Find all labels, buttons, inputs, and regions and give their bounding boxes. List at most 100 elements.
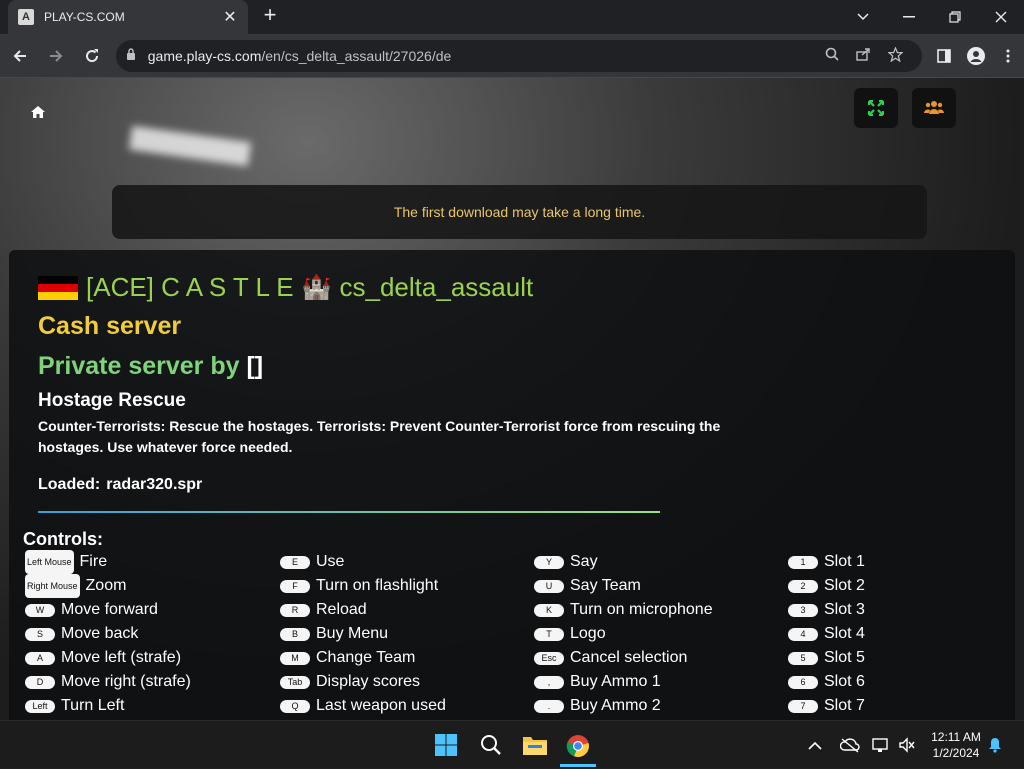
controls-column-1: Left Mouse Fire Right Mouse Zoom W Move forwa… <box>25 550 191 718</box>
game-viewport[interactable]: The first download may take a long time.… <box>0 78 1024 720</box>
players-button[interactable] <box>912 88 956 128</box>
fullscreen-button[interactable] <box>854 88 898 128</box>
browser-toolbar: game.play-cs.com/en/cs_delta_assault/270… <box>0 34 1024 78</box>
server-info-panel: [ACE] C A S T L E 🏰 cs_delta_assault Cas… <box>9 250 1015 720</box>
control-row: Left Mouse Fire <box>25 550 191 574</box>
control-row: E Use <box>280 550 446 574</box>
control-label: Move forward <box>61 601 158 618</box>
key-badge: 3 <box>788 603 818 617</box>
load-progress-fill <box>38 511 660 513</box>
control-label: Move back <box>61 625 139 642</box>
loaded-file: radar320.spr <box>106 476 203 493</box>
key-badge: 4 <box>788 627 818 641</box>
key-badge: W <box>25 603 55 617</box>
bookmark-star-icon[interactable] <box>880 45 912 65</box>
control-label: Change Team <box>316 649 416 666</box>
control-row: 2 Slot 2 <box>788 574 865 598</box>
chrome-taskbar-button[interactable] <box>560 727 596 767</box>
control-row: Y Say <box>534 550 713 574</box>
control-label: Slot 2 <box>824 577 865 594</box>
control-row: 1 Slot 1 <box>788 550 865 574</box>
background-light <box>128 125 252 167</box>
control-label: Turn Left <box>61 697 125 714</box>
reload-button[interactable] <box>76 40 108 72</box>
tab-close-icon[interactable]: ✕ <box>222 7 238 27</box>
control-row: 6 Slot 6 <box>788 670 865 694</box>
taskbar-search-button[interactable] <box>473 727 509 763</box>
control-label: Slot 7 <box>824 697 865 714</box>
tab-search-icon[interactable] <box>840 0 886 34</box>
start-button[interactable] <box>428 727 464 763</box>
profile-icon[interactable] <box>960 40 992 72</box>
control-row: T Logo <box>534 622 713 646</box>
controls-column-4: 1 Slot 1 2 Slot 2 3 Slot 3 4 Slot 4 5 Slot 5 6 Slot… <box>788 550 865 718</box>
clock-date: 1/2/2024 <box>932 746 980 760</box>
key-badge: Left Mouse <box>25 550 74 574</box>
tab-favicon-icon: A <box>18 9 34 25</box>
new-tab-button[interactable]: + <box>258 4 282 28</box>
key-badge: R <box>280 603 310 617</box>
windows-taskbar: 12:11 AM 1/2/2024 <box>0 720 1024 768</box>
share-icon[interactable] <box>848 47 880 64</box>
control-row: A Move left (strafe) <box>25 646 191 670</box>
key-badge: 1 <box>788 555 818 569</box>
home-button[interactable] <box>24 98 52 126</box>
controls-column-2: E Use F Turn on flashlight R Reload B Buy Menu M… <box>280 550 446 718</box>
search-icon <box>481 735 501 755</box>
control-row: Left Turn Left <box>25 694 191 718</box>
menu-kebab-icon[interactable] <box>992 40 1024 72</box>
key-badge: U <box>534 579 564 593</box>
system-clock[interactable]: 12:11 AM 1/2/2024 <box>920 729 992 761</box>
control-row: B Buy Menu <box>280 622 446 646</box>
file-explorer-button[interactable] <box>517 727 553 763</box>
control-row: R Reload <box>280 598 446 622</box>
controls-column-3: Y Say U Say Team K Turn on microphone T Logo Esc… <box>534 550 713 718</box>
control-row: Esc Cancel selection <box>534 646 713 670</box>
server-title: [ACE] C A S T L E 🏰 cs_delta_assault <box>38 272 533 303</box>
users-icon <box>924 101 944 114</box>
back-button[interactable] <box>4 40 36 72</box>
key-badge: Esc <box>534 651 564 665</box>
tab-title: PLAY-CS.COM <box>44 10 125 24</box>
control-label: Reload <box>316 601 367 618</box>
volume-muted-icon[interactable] <box>898 721 916 769</box>
control-row: Right Mouse Zoom <box>25 574 191 598</box>
key-badge: . <box>534 699 564 713</box>
key-badge: T <box>534 627 564 641</box>
control-label: Use <box>316 553 345 570</box>
key-badge: , <box>534 675 564 689</box>
key-badge: 2 <box>788 579 818 593</box>
clock-time: 12:11 AM <box>931 730 981 744</box>
control-label: Cancel selection <box>570 649 688 666</box>
control-label: Slot 3 <box>824 601 865 618</box>
control-row: M Change Team <box>280 646 446 670</box>
tab-play-cs[interactable]: A PLAY-CS.COM ✕ <box>8 0 248 34</box>
map-name: cs_delta_assault <box>339 272 534 302</box>
forward-button[interactable] <box>40 40 72 72</box>
lock-icon[interactable] <box>126 48 142 63</box>
key-badge: E <box>280 555 310 569</box>
tray-overflow-icon[interactable] <box>808 721 822 769</box>
search-icon[interactable] <box>816 47 848 64</box>
control-row: S Move back <box>25 622 191 646</box>
control-row: . Buy Ammo 2 <box>534 694 713 718</box>
control-row: F Turn on flashlight <box>280 574 446 598</box>
network-icon[interactable] <box>872 721 890 769</box>
key-badge: 7 <box>788 699 818 713</box>
chrome-icon <box>566 734 589 757</box>
key-badge: Left <box>25 699 55 713</box>
notifications-bell-icon[interactable] <box>988 721 1002 769</box>
control-row: D Move right (strafe) <box>25 670 191 694</box>
onedrive-icon[interactable] <box>840 721 860 769</box>
server-mode-title: Cash server <box>38 312 182 340</box>
close-window-button[interactable] <box>978 0 1024 34</box>
restore-button[interactable] <box>932 0 978 34</box>
control-row: 5 Slot 5 <box>788 646 865 670</box>
control-label: Move left (strafe) <box>61 649 182 666</box>
expand-arrows-icon <box>868 100 884 116</box>
minimize-button[interactable] <box>886 0 932 34</box>
side-panel-icon[interactable] <box>928 40 960 72</box>
control-row: W Move forward <box>25 598 191 622</box>
download-notice: The first download may take a long time. <box>112 185 927 239</box>
address-bar[interactable]: game.play-cs.com/en/cs_delta_assault/270… <box>115 39 922 72</box>
